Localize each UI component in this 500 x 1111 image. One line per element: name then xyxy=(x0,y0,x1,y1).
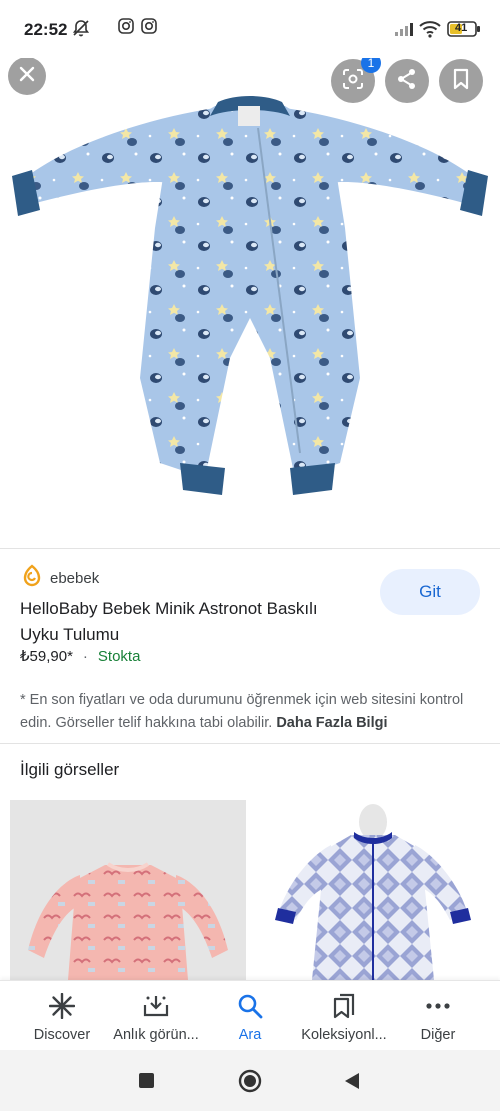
nav-label: Discover xyxy=(33,1027,91,1043)
recents-icon[interactable] xyxy=(139,1073,154,1093)
battery-level: 41 xyxy=(455,22,468,34)
share-icon xyxy=(396,68,418,95)
signal-icon xyxy=(394,22,414,41)
snapshot-icon xyxy=(142,993,170,1019)
close-button[interactable] xyxy=(8,58,46,95)
product-title[interactable]: HelloBaby Bebek Minik Astronot Baskılı U… xyxy=(20,596,360,648)
status-bar: 22:52 41 xyxy=(0,0,500,58)
home-icon[interactable] xyxy=(238,1069,262,1098)
bookmark-icon xyxy=(452,68,470,95)
more-info-link[interactable]: Daha Fazla Bilgi xyxy=(276,715,387,731)
price-row: ₺59,90* · Stokta xyxy=(20,647,141,666)
lens-button[interactable]: 1 xyxy=(331,58,381,103)
nav-label: Ara xyxy=(238,1027,262,1043)
instagram-icon xyxy=(141,18,157,39)
ebebek-logo-icon xyxy=(22,564,42,593)
visit-button[interactable]: Git xyxy=(380,569,480,615)
source-row[interactable]: ebebek xyxy=(22,564,99,593)
nav-snapshot[interactable]: Anlık görün... xyxy=(106,981,206,1051)
nav-label: Koleksiyonl... xyxy=(301,1027,387,1043)
status-time: 22:52 xyxy=(24,20,68,39)
related-image-tile[interactable] xyxy=(10,800,246,980)
separator-dot: · xyxy=(82,647,88,665)
bell-off-icon xyxy=(71,18,91,43)
product-price: ₺59,90* xyxy=(20,648,73,665)
wifi-icon xyxy=(419,20,441,43)
nav-search[interactable]: Ara xyxy=(200,981,300,1051)
close-icon xyxy=(19,66,35,87)
nav-collections[interactable]: Koleksiyonl... xyxy=(294,981,394,1051)
nav-label: Diğer xyxy=(420,1027,456,1043)
related-heading: İlgili görseller xyxy=(20,760,120,779)
back-icon[interactable] xyxy=(344,1072,360,1095)
pink-garment-illustration xyxy=(28,862,228,980)
related-image-tile[interactable] xyxy=(256,800,490,980)
nav-label: Anlık görün... xyxy=(113,1027,199,1043)
asterisk-icon xyxy=(49,993,75,1019)
save-button[interactable] xyxy=(439,59,483,103)
stock-status: Stokta xyxy=(97,647,141,665)
collections-icon xyxy=(332,993,356,1019)
more-icon xyxy=(425,993,451,1019)
bottom-navigation: Discover Anlık görün... Ara Koleksiyonl.… xyxy=(0,980,500,1050)
disclaimer-text: * En son fiyatları ve oda durumunu öğren… xyxy=(20,692,464,731)
source-name: ebebek xyxy=(50,570,100,587)
argyle-garment-illustration xyxy=(275,804,471,980)
search-icon xyxy=(237,993,263,1019)
divider xyxy=(0,743,500,744)
system-navigation-bar xyxy=(0,1050,500,1111)
nav-more[interactable]: Diğer xyxy=(388,981,488,1051)
instagram-icon xyxy=(118,18,134,39)
disclaimer: * En son fiyatları ve oda durumunu öğren… xyxy=(20,689,485,735)
sleepsuit-illustration xyxy=(12,96,488,495)
lens-icon xyxy=(342,68,364,95)
nav-discover[interactable]: Discover xyxy=(12,981,112,1051)
divider xyxy=(0,548,500,549)
product-image[interactable]: 1 xyxy=(0,58,500,548)
share-button[interactable] xyxy=(385,59,429,103)
